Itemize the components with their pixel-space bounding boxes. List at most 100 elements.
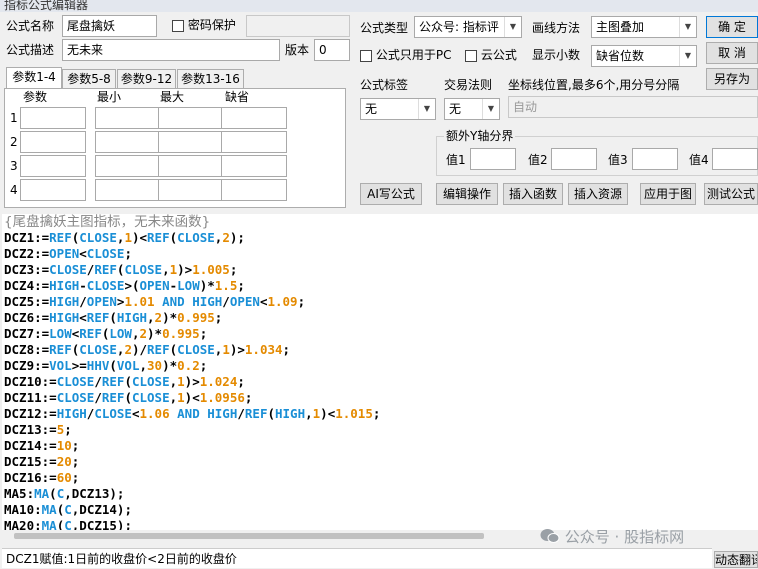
cloud-label: 云公式 xyxy=(480,48,517,62)
watermark: 公众号 · 股指标网 xyxy=(540,526,684,547)
param-1-default[interactable] xyxy=(221,107,287,129)
test-formula-button[interactable]: 测试公式 xyxy=(704,183,758,205)
code-line[interactable]: DCZ14:=10; xyxy=(2,438,758,454)
code-token: 1.09 xyxy=(267,294,298,309)
code-line[interactable]: DCZ7:=LOW<REF(LOW,2)*0.995; xyxy=(2,326,758,342)
code-token: 60 xyxy=(56,470,72,485)
cancel-button[interactable]: 取 消 xyxy=(706,42,758,64)
code-line[interactable]: MA10:MA(C,DCZ14); xyxy=(2,502,758,518)
param-1-max[interactable] xyxy=(158,107,224,129)
code-token: VOL xyxy=(49,358,72,373)
code-token: DCZ5:= xyxy=(4,294,50,309)
tab-params-1-4[interactable]: 参数1-4 xyxy=(6,67,62,89)
param-3-name[interactable] xyxy=(20,155,86,177)
code-line[interactable]: DCZ10:=CLOSE/REF(CLOSE,1)>1.024; xyxy=(2,374,758,390)
formula-tag-select[interactable]: 无 ▼ xyxy=(360,98,436,120)
code-editor[interactable]: {尾盘擒妖主图指标，无未来函数} DCZ1:=REF(CLOSE,1)<REF(C… xyxy=(2,214,758,530)
y-value-label: 值1 xyxy=(446,153,466,167)
y-value-3-input[interactable] xyxy=(632,148,678,170)
code-token: ; xyxy=(229,262,238,277)
code-token: DCZ6:= xyxy=(4,310,50,325)
code-line[interactable]: DCZ1:=REF(CLOSE,1)<REF(CLOSE,2); xyxy=(2,230,758,246)
version-label: 版本 xyxy=(285,43,310,57)
param-4-name[interactable] xyxy=(20,179,86,201)
version-input[interactable]: 0 xyxy=(314,39,350,61)
coord-input[interactable]: 自动 xyxy=(508,96,758,118)
param-2-default[interactable] xyxy=(221,131,287,153)
cloud-checkbox[interactable]: 云公式 xyxy=(465,47,517,63)
pc-only-checkbox[interactable]: 公式只用于PC xyxy=(360,47,451,63)
formula-desc-input[interactable]: 无未来 xyxy=(62,39,280,61)
insert-resource-button[interactable]: 插入资源 xyxy=(568,183,628,205)
code-line[interactable]: MA5:MA(C,DCZ13); xyxy=(2,486,758,502)
code-token: ,DCZ15); xyxy=(71,518,132,530)
tab-params-9-12[interactable]: 参数9-12 xyxy=(117,69,176,89)
param-4-max[interactable] xyxy=(158,179,224,201)
code-line[interactable]: DCZ9:=VOL>=HHV(VOL,30)*0.2; xyxy=(2,358,758,374)
code-line[interactable]: DCZ6:=HIGH<REF(HIGH,2)*0.995; xyxy=(2,310,758,326)
cloud-checkbox-box[interactable] xyxy=(465,49,477,62)
tab-params-13-16[interactable]: 参数13-16 xyxy=(177,69,244,89)
code-token: CLOSE xyxy=(124,262,163,277)
formula-type-select[interactable]: 公众号: 指标评 ▼ xyxy=(414,16,522,38)
code-line[interactable]: DCZ12:=HIGH/CLOSE<1.06 AND HIGH/REF(HIGH… xyxy=(2,406,758,422)
formula-name-input[interactable]: 尾盘擒妖 xyxy=(62,15,157,37)
formula-type-label: 公式类型 xyxy=(360,21,409,35)
edit-operation-button[interactable]: 编辑操作 xyxy=(436,183,498,205)
y-value-1-input[interactable] xyxy=(470,148,516,170)
password-checkbox[interactable]: 密码保护 xyxy=(172,17,236,33)
code-line[interactable]: DCZ5:=HIGH/OPEN>1.01 AND HIGH/OPEN<1.09; xyxy=(2,294,758,310)
code-token: )* xyxy=(162,358,178,373)
password-checkbox-box[interactable] xyxy=(172,19,184,32)
y-value-2-input[interactable] xyxy=(551,148,597,170)
param-header-max: 最大 xyxy=(160,90,185,104)
y-axis-group-label: 额外Y轴分界 xyxy=(444,128,516,144)
code-token: CLOSE xyxy=(131,374,170,389)
param-2-max[interactable] xyxy=(158,131,224,153)
code-line[interactable]: DCZ13:=5; xyxy=(2,422,758,438)
trade-rule-select[interactable]: 无 ▼ xyxy=(444,98,500,120)
code-line[interactable]: {尾盘擒妖主图指标，无未来函数} xyxy=(2,214,758,230)
code-token: REF xyxy=(94,262,117,277)
param-4-default[interactable] xyxy=(221,179,287,201)
code-line[interactable]: DCZ15:=20; xyxy=(2,454,758,470)
code-line[interactable]: DCZ3:=CLOSE/REF(CLOSE,1)>1.005; xyxy=(2,262,758,278)
code-token: 1.034 xyxy=(244,342,283,357)
code-token: REF xyxy=(147,342,170,357)
param-2-min[interactable] xyxy=(95,131,161,153)
apply-to-chart-button[interactable]: 应用于图 xyxy=(640,183,696,205)
code-token: 1.005 xyxy=(192,262,230,277)
code-token: ; xyxy=(214,310,223,325)
save-as-button[interactable]: 另存为 xyxy=(706,68,758,90)
draw-method-select[interactable]: 主图叠加 ▼ xyxy=(591,16,697,38)
code-token: OPEN xyxy=(86,294,117,309)
code-line[interactable]: DCZ2:=OPEN<CLOSE; xyxy=(2,246,758,262)
password-input[interactable] xyxy=(246,15,350,37)
code-line[interactable]: DCZ16:=60; xyxy=(2,470,758,486)
decimals-select[interactable]: 缺省位数 ▼ xyxy=(591,45,697,67)
param-2-name[interactable] xyxy=(20,131,86,153)
param-row-label: 4 xyxy=(10,183,18,197)
param-4-min[interactable] xyxy=(95,179,161,201)
code-line[interactable]: DCZ11:=CLOSE/REF(CLOSE,1)<1.0956; xyxy=(2,390,758,406)
insert-function-button[interactable]: 插入函数 xyxy=(503,183,563,205)
code-token: HIGH xyxy=(49,278,80,293)
code-token: REF xyxy=(49,342,72,357)
code-line[interactable]: DCZ8:=REF(CLOSE,2)/REF(CLOSE,1)>1.034; xyxy=(2,342,758,358)
param-1-min[interactable] xyxy=(95,107,161,129)
param-1-name[interactable] xyxy=(20,107,86,129)
pc-only-checkbox-box[interactable] xyxy=(360,49,372,62)
ok-button[interactable]: 确 定 xyxy=(706,16,758,38)
code-token: ; xyxy=(64,422,72,437)
ai-write-button[interactable]: AI写公式 xyxy=(360,183,422,205)
param-3-max[interactable] xyxy=(158,155,224,177)
y-value-4-input[interactable] xyxy=(712,148,758,170)
dynamic-translate-button[interactable]: 动态翻译 xyxy=(714,551,758,568)
param-3-default[interactable] xyxy=(221,155,287,177)
tab-params-5-8[interactable]: 参数5-8 xyxy=(62,69,116,89)
param-3-min[interactable] xyxy=(95,155,161,177)
scrollbar-thumb[interactable] xyxy=(14,533,484,539)
code-token: - xyxy=(79,278,87,293)
code-line[interactable]: DCZ4:=HIGH-CLOSE>(OPEN-LOW)*1.5; xyxy=(2,278,758,294)
